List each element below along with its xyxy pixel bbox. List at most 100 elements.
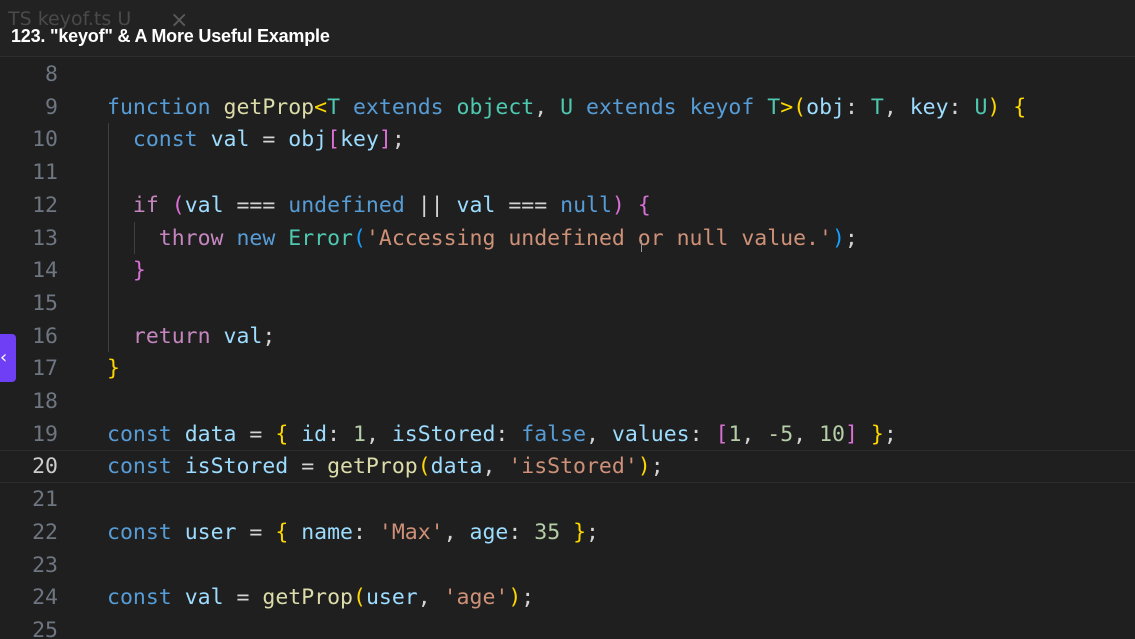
code-line[interactable]: 15 [0,287,1135,320]
code-token: extends [352,94,444,120]
code-token: } [870,421,884,447]
code-line[interactable]: 19 const data = { id: 1, isStored: false,… [0,418,1135,451]
code-token: const [107,519,172,545]
video-header: TS keyof.ts U × 123. "keyof" & A More Us… [0,0,1135,57]
code-token: [ [715,421,729,447]
code-token: ; [650,454,664,480]
line-number: 24 [32,585,58,611]
code-token: U [560,94,574,120]
code-token: ) [508,585,522,611]
code-token: -5 [767,421,794,447]
code-line[interactable]: 13 throw new Error('Accessing undefined … [0,222,1135,255]
code-line[interactable]: 14 } [0,254,1135,287]
code-token: obj [806,94,845,120]
code-token: = [249,127,289,153]
sidebar-toggle-button[interactable]: ‹ [0,334,16,382]
code-text: function getProp<T extends object, U ext… [107,91,1026,124]
code-token: function [107,94,211,120]
code-line[interactable]: 22 const user = { name: 'Max', age: 35 }; [0,516,1135,549]
code-token: obj [288,127,328,153]
code-token: Error [288,225,353,251]
code-line[interactable]: 11 [0,156,1135,189]
code-token: T [327,94,341,120]
line-number: 9 [45,94,58,120]
code-token: ( [171,192,185,218]
code-text: if (val === undefined || val === null) { [107,189,651,222]
code-token: ( [353,225,366,251]
code-token: id [301,421,328,447]
code-line[interactable]: 12 if (val === undefined || val === null… [0,189,1135,222]
code-token: getProp [223,94,315,120]
indent-guide [134,221,135,255]
code-token: : [948,94,975,120]
code-token: 1 [728,421,742,447]
code-token: ] [378,127,392,153]
code-line[interactable]: 24 const val = getProp(user, 'age'); [0,581,1135,614]
code-token: || [404,192,457,218]
code-token: ) [987,94,1001,120]
code-token: user [184,519,237,545]
code-line[interactable]: 21 [0,483,1135,516]
code-token: new [236,225,276,251]
code-token: const [132,127,198,153]
code-token: , [883,94,910,120]
code-token: { [637,192,651,218]
code-line[interactable]: 18 [0,385,1135,418]
code-text: const isStored = getProp(data, 'isStored… [107,451,664,482]
code-text: const val = obj[key]; [107,123,405,156]
code-token: < [314,94,328,120]
code-token: ] [844,421,858,447]
line-number: 22 [32,519,58,545]
code-token: val [184,192,224,218]
code-line[interactable]: 9 function getProp<T extends object, U ex… [0,91,1135,124]
code-token: age [469,519,509,545]
code-line[interactable]: 16 return val; [0,320,1135,353]
code-token: getProp [327,454,418,480]
code-line[interactable]: 25 [0,614,1135,639]
code-token: { [1013,94,1027,120]
line-number: 14 [32,258,58,284]
code-token: = [223,585,263,611]
code-token: name [301,519,353,545]
line-number: 20 [32,454,58,480]
code-token: ) [831,225,845,251]
code-token: 'age' [443,585,509,611]
code-token: [ [327,127,341,153]
code-token: undefined [288,192,405,218]
code-token: ; [586,519,599,545]
code-token: T [870,94,884,120]
code-token: throw [158,225,224,251]
code-line[interactable]: 17} [0,352,1135,385]
code-line[interactable]: 10 const val = obj[key]; [0,123,1135,156]
code-token: T [767,94,781,120]
code-token: val [210,127,250,153]
code-token: , [534,94,561,120]
code-text: throw new Error('Accessing undefined or … [107,222,858,255]
code-line[interactable]: 20 const isStored = getProp(data, 'isStor… [0,450,1135,484]
code-token: data [430,454,483,480]
code-token: = [288,454,328,480]
code-token: { [275,519,289,545]
code-token: ) [637,454,651,480]
line-number: 25 [32,617,58,639]
code-token: key [340,127,379,153]
code-editor[interactable]: 8 9 function getProp<T extends object, U e… [0,57,1135,639]
line-number: 13 [32,225,58,251]
code-line[interactable]: 8 [0,58,1135,91]
line-number: 23 [32,552,58,578]
code-text: return val; [107,320,275,353]
code-line[interactable]: 23 [0,549,1135,582]
code-text: const val = getProp(user, 'age'); [107,581,534,614]
